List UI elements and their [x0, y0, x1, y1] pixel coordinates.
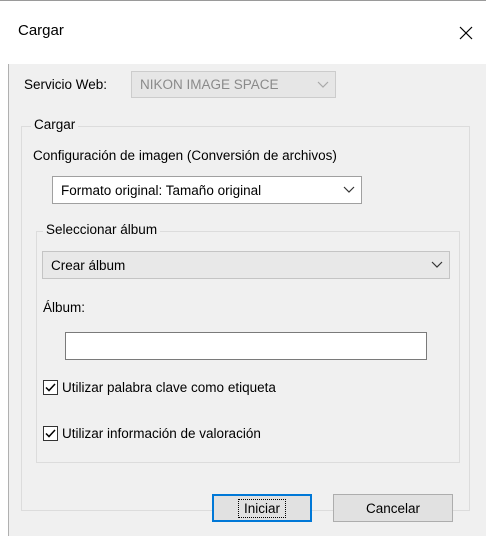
- album-action-select[interactable]: Crear álbum: [42, 251, 450, 279]
- use-rating-checkbox[interactable]: [43, 426, 58, 441]
- dialog-window: Cargar Servicio Web: NIKON IMAGE SPACE C…: [0, 0, 486, 536]
- checkmark-icon: [45, 383, 56, 392]
- service-label: Servicio Web:: [24, 77, 108, 92]
- checkmark-icon: [45, 429, 56, 438]
- cancel-button[interactable]: Cancelar: [333, 494, 453, 522]
- title-bar: Cargar: [0, 1, 486, 64]
- album-label: Álbum:: [43, 300, 86, 315]
- use-rating-option[interactable]: Utilizar información de valoración: [43, 426, 261, 441]
- use-rating-label: Utilizar información de valoración: [62, 426, 261, 441]
- chevron-down-icon: [337, 177, 361, 203]
- use-keyword-checkbox[interactable]: [43, 380, 58, 395]
- service-select[interactable]: NIKON IMAGE SPACE: [131, 71, 336, 98]
- format-select-value: Formato original: Tamaño original: [61, 182, 262, 198]
- close-button[interactable]: [446, 15, 486, 51]
- start-button-label: Iniciar: [237, 498, 286, 518]
- cancel-button-label: Cancelar: [365, 500, 421, 516]
- close-icon: [459, 26, 473, 40]
- album-action-value: Crear álbum: [51, 257, 126, 273]
- use-keyword-option[interactable]: Utilizar palabra clave como etiqueta: [43, 380, 276, 395]
- start-button[interactable]: Iniciar: [212, 494, 312, 522]
- format-select[interactable]: Formato original: Tamaño original: [52, 176, 362, 204]
- album-group-caption: Seleccionar álbum: [43, 222, 161, 237]
- dialog-body: Servicio Web: NIKON IMAGE SPACE Cargar C…: [9, 64, 486, 536]
- window-title: Cargar: [18, 22, 64, 39]
- image-config-label: Configuración de imagen (Conversión de a…: [33, 148, 337, 163]
- use-keyword-label: Utilizar palabra clave como etiqueta: [62, 380, 276, 395]
- album-name-input[interactable]: [65, 332, 427, 360]
- upload-group-caption: Cargar: [31, 117, 79, 132]
- chevron-down-icon: [425, 252, 449, 278]
- service-select-value: NIKON IMAGE SPACE: [140, 77, 279, 92]
- chevron-down-icon: [311, 72, 335, 97]
